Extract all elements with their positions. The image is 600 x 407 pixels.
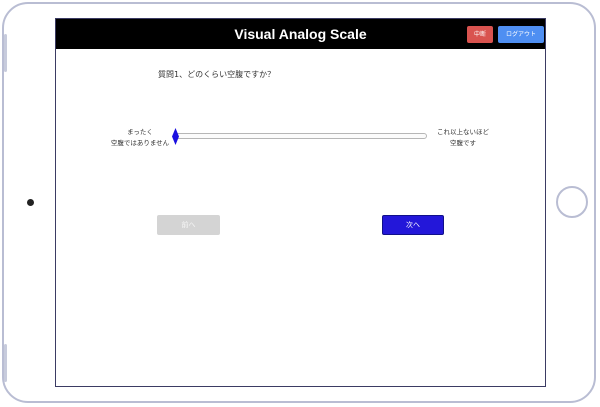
slider-thumb[interactable] <box>172 128 179 145</box>
question-text: 質問1、どのくらい空腹ですか？ <box>158 70 276 79</box>
volume-button <box>4 34 7 72</box>
header-bar: Visual Analog Scale 中断 ログアウト <box>56 19 545 49</box>
home-button-icon[interactable] <box>556 186 588 218</box>
camera-icon <box>27 199 34 206</box>
scale-min-label-line1: まったく <box>127 128 153 136</box>
power-button <box>4 344 7 382</box>
next-button[interactable]: 次へ <box>382 215 444 235</box>
scale-max-label-line1: これ以上ないほど <box>437 128 489 136</box>
scale-max-label: これ以上ないほど 空腹です <box>429 127 497 149</box>
scale-min-label: まったく 空腹ではありません <box>105 127 175 149</box>
prev-button[interactable]: 前へ <box>157 215 220 235</box>
scale-max-label-line2: 空腹です <box>450 139 476 147</box>
visual-analog-slider-track[interactable] <box>174 133 427 139</box>
scale-min-label-line2: 空腹ではありません <box>110 139 170 147</box>
app-screen: Visual Analog Scale 中断 ログアウト 質問1、どのくらい空腹… <box>55 18 546 387</box>
logout-button[interactable]: ログアウト <box>498 26 544 43</box>
suspend-button[interactable]: 中断 <box>467 26 493 43</box>
